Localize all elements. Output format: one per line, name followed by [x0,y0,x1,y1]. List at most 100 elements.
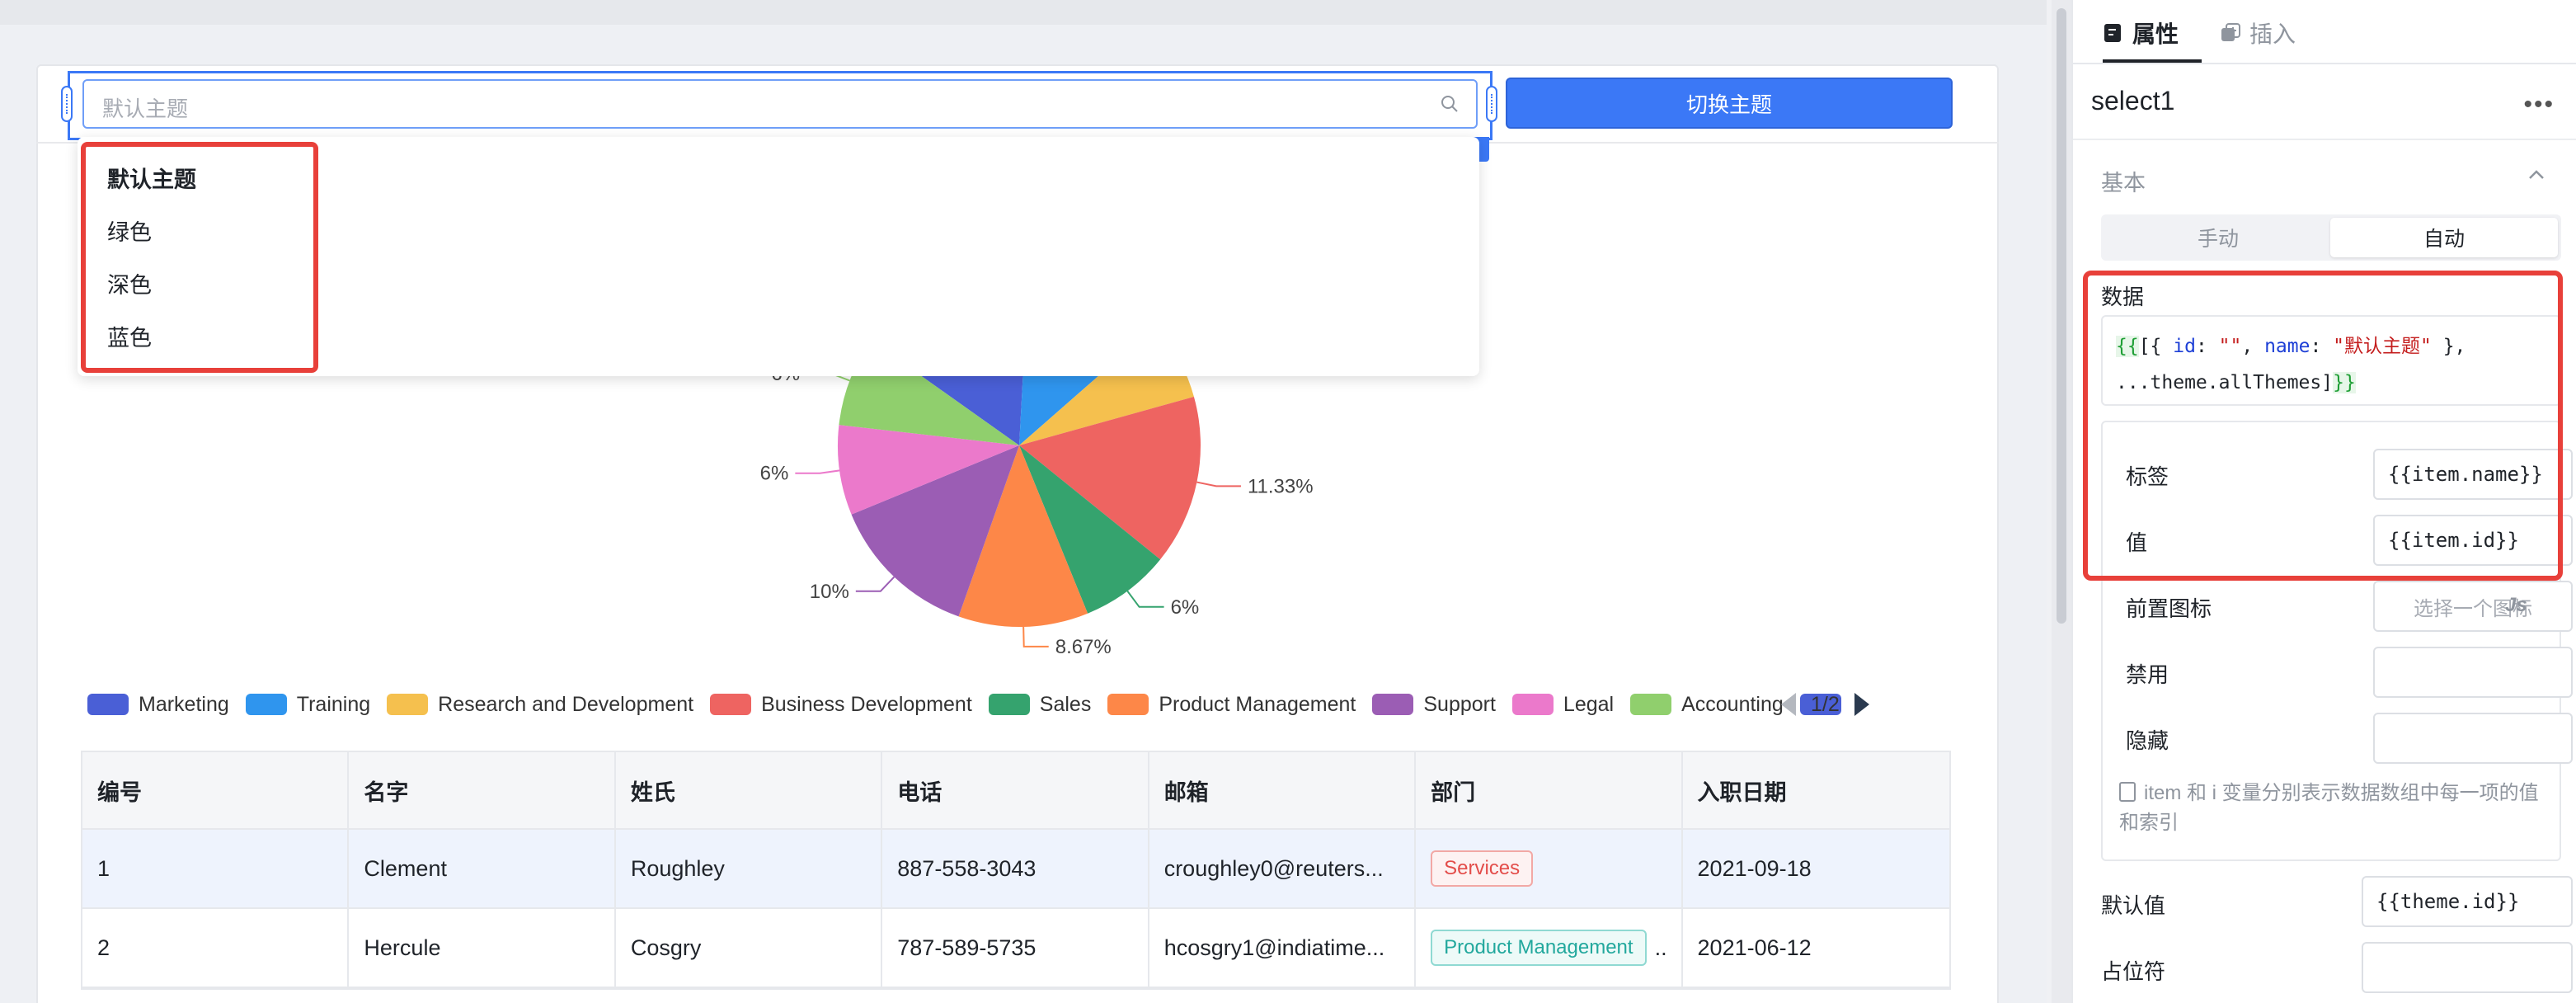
editor-canvas: 默认主题 切换主题 默认主题 绿色 深色 蓝色 12%5.33%11.33%6%… [0,0,2047,1003]
table-header-cell[interactable]: 部门 [1416,752,1683,828]
legend-swatch [87,694,129,715]
pie-label-line [855,576,895,592]
legend-swatch [1107,694,1149,715]
highlight-box-options [81,142,318,373]
legend-pager: 1/2 [1781,690,1869,719]
legend-label: Accounting [1681,692,1784,716]
legend-label: Support [1423,692,1496,716]
pie-data-label: 11.33% [1248,475,1314,497]
employees-table: 编号 名字 姓氏 电话 邮箱 部门 入职日期 1 Clement Roughle… [81,751,1951,990]
legend-label: Product Management [1159,692,1356,716]
tab-insert[interactable]: 插入 [2220,16,2296,49]
section-basic-title[interactable]: 基本 [2101,165,2146,197]
table-cell: 887-558-3043 [882,830,1149,907]
table-header-cell[interactable]: 编号 [82,752,350,828]
edit-icon [2104,24,2121,42]
legend-item[interactable]: Research and Development [387,693,693,717]
js-toggle-icon[interactable]: Js [2505,594,2527,617]
hidden-input[interactable] [2373,713,2573,764]
table-header-cell[interactable]: 姓氏 [616,752,883,828]
legend-item[interactable]: Business Development [710,693,972,717]
search-icon [1441,96,1458,112]
table-cell: hcosgry1@indiatime... [1149,909,1417,987]
table-cell: 787-589-5735 [882,909,1149,987]
theme-select[interactable]: 默认主题 [82,79,1478,129]
table-cell: 1 [82,830,350,907]
select-placeholder: 默认主题 [102,97,189,121]
legend-swatch [387,694,429,715]
overflow-ellipsis: .. [1654,935,1667,960]
placeholder-input[interactable] [2362,942,2573,993]
legend-label: Research and Development [438,692,694,716]
resize-handle-left[interactable] [61,86,73,122]
legend-item[interactable]: Marketing [87,693,229,717]
legend-label: Legal [1563,692,1615,716]
pie-data-label: 10% [810,581,849,603]
mode-manual[interactable]: 手动 [2104,218,2332,257]
table-cell: 2021-09-18 [1697,855,1812,881]
table-header-cell[interactable]: 入职日期 [1683,752,1949,828]
legend-swatch [1372,694,1414,715]
highlight-box-data-config [2083,271,2563,581]
legend-label: Marketing [139,692,229,716]
table-header-cell[interactable]: 邮箱 [1149,752,1417,828]
chevron-up-icon[interactable] [2525,163,2548,186]
table-cell: Cosgry [616,909,883,987]
department-tag: Services [1431,850,1534,887]
canvas-scrollbar[interactable] [2052,0,2071,1003]
legend-item[interactable]: Accounting [1630,693,1784,717]
legend-prev-icon[interactable] [1781,693,1796,716]
tab-insert-label: 插入 [2249,21,2296,47]
pie-data-label: 8.67% [1055,636,1112,658]
component-name[interactable]: select1 [2091,86,2174,116]
insert-icon [2221,23,2240,41]
tab-properties[interactable]: 属性 [2103,16,2179,49]
table-cell: Clement [349,830,616,907]
prefix-icon-label: 前置图标 [2126,596,2212,621]
tab-properties-label: 属性 [2132,21,2179,47]
scrollbar-thumb[interactable] [2057,8,2066,624]
legend-item[interactable]: Training [245,693,370,717]
table-cell: Product Management.. [1416,909,1683,987]
legend-item[interactable]: Legal [1511,692,1615,717]
table-cell: croughley0@reuters... [1149,830,1417,907]
table-header-cell[interactable]: 名字 [349,752,616,828]
table-header-row: 编号 名字 姓氏 电话 邮箱 部门 入职日期 [82,752,1949,830]
legend-swatch [710,694,752,715]
legend-label: Sales [1039,692,1092,716]
legend-item[interactable]: Sales [988,692,1092,717]
pie-label-line [795,469,840,474]
table-cell: Services [1416,830,1683,907]
legend-label: Business Development [761,692,972,716]
legend-item[interactable]: Product Management [1107,693,1356,717]
pie-label-line [1196,481,1241,487]
document-icon [2119,782,2136,802]
pie-data-label: 6% [760,463,789,485]
table-row[interactable]: 2 Hercule Cosgry 787-589-5735 hcosgry1@i… [82,909,1949,988]
resize-handle-right[interactable] [1486,86,1497,122]
table-header-cell[interactable]: 电话 [882,752,1149,828]
pie-data-label: 6% [1171,596,1200,619]
table-cell: Roughley [616,830,883,907]
switch-theme-button[interactable]: 切换主题 [1506,78,1953,129]
mode-auto[interactable]: 自动 [2330,218,2558,257]
table-cell: Hercule [349,909,616,987]
hidden-label: 隐藏 [2126,728,2169,753]
disabled-input[interactable] [2373,647,2573,698]
legend-swatch [245,694,287,715]
panel-tabs: 属性 插入 [2073,0,2576,64]
canvas-top-bar [0,0,2047,25]
table-row[interactable]: 1 Clement Roughley 887-558-3043 croughle… [82,830,1949,909]
prefix-icon-picker[interactable]: 选择一个图标 [2373,581,2573,632]
pie-chart: 12%5.33%11.33%6%8.67%10%6%6% [760,330,1314,658]
legend-next-icon[interactable] [1854,693,1869,716]
table-cell: 2021-06-12 [1697,935,1812,960]
pie-label-line [1022,626,1049,647]
default-value-input[interactable]: {{theme.id}} [2362,876,2573,927]
department-tag: Product Management [1431,930,1647,966]
table-cell: 2 [82,909,350,987]
data-mode-toggle: 手动 自动 [2101,214,2561,261]
legend-item[interactable]: Support [1372,693,1496,717]
default-value-label: 默认值 [2101,893,2166,918]
more-icon[interactable]: ••• [2523,91,2555,119]
